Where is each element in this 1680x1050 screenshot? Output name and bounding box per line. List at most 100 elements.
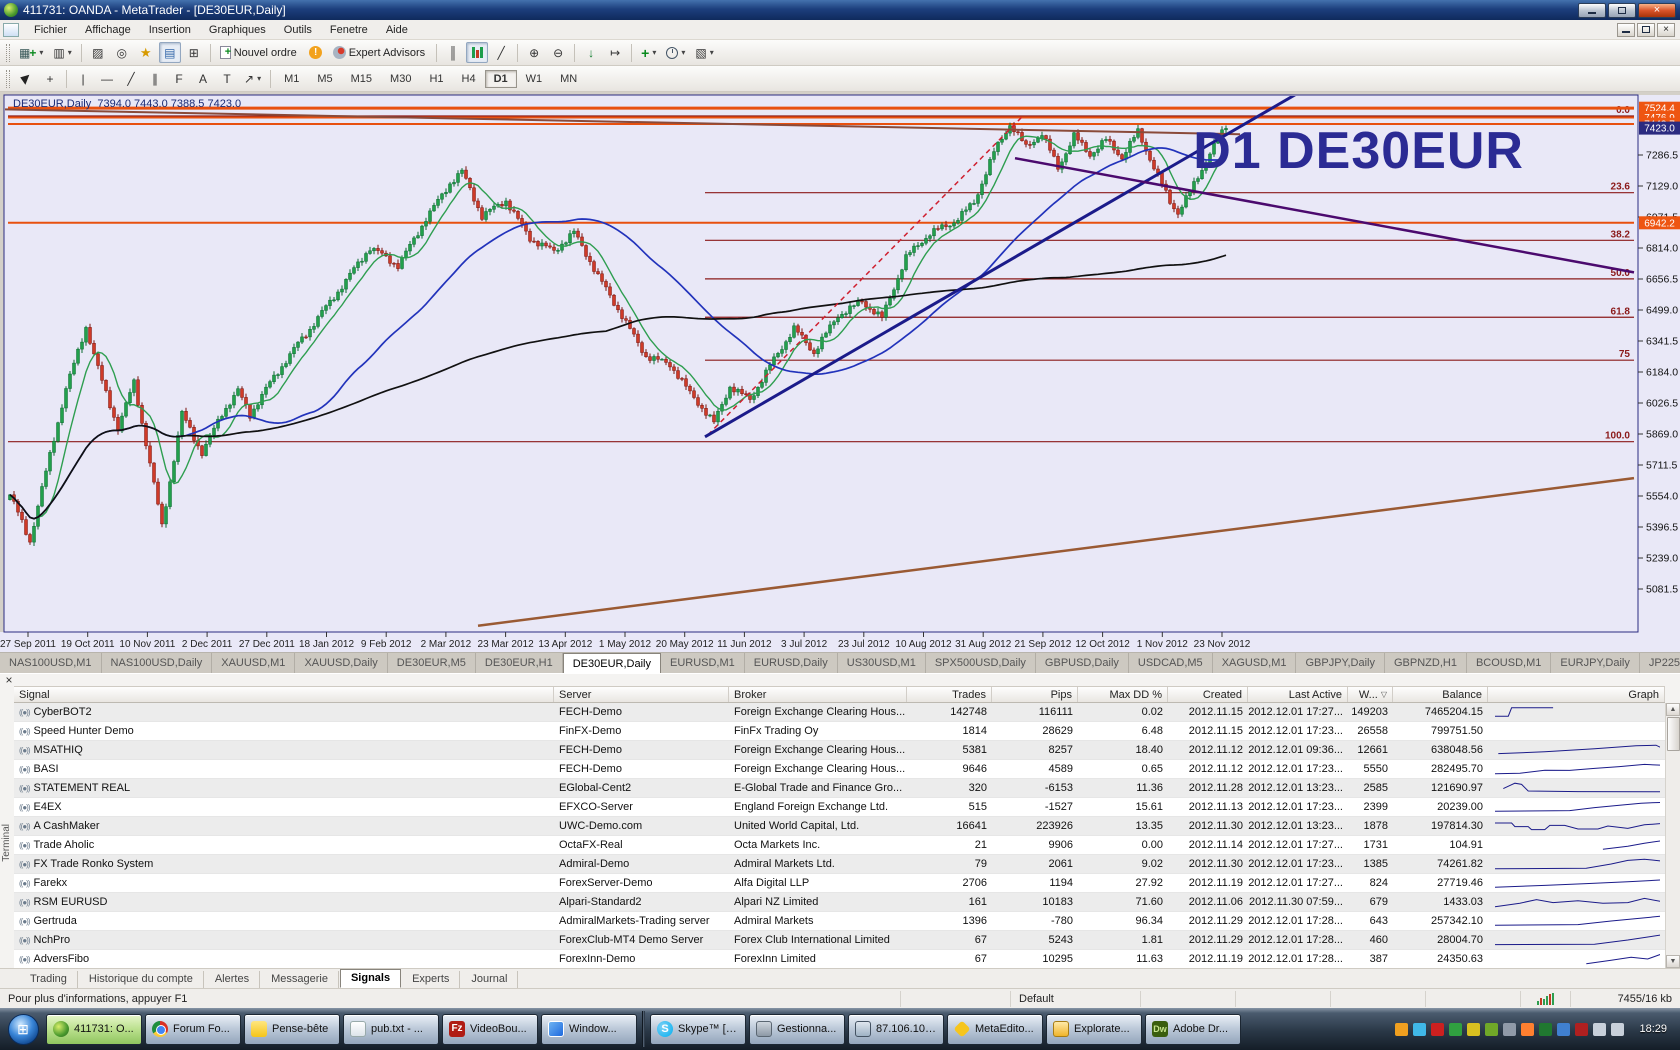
timeframe-w1[interactable]: W1 — [517, 70, 552, 88]
terminal-tab-trading[interactable]: Trading — [20, 971, 78, 988]
menu-graphiques[interactable]: Graphiques — [200, 21, 275, 39]
new-chart-button[interactable]: ▦+▾ — [15, 42, 47, 63]
close-terminal-icon[interactable]: × — [3, 675, 15, 685]
scroll-down-icon[interactable]: ▼ — [1666, 955, 1680, 968]
signal-row-farekx[interactable]: ((●))FarekxForexServer-DemoAlfa Digital … — [14, 874, 1665, 893]
taskbar-button-pense-b-te[interactable]: Pense-bête — [244, 1014, 340, 1045]
favorites-button[interactable]: ★ — [135, 42, 157, 63]
taskbar-button-skype-5[interactable]: SSkype™ [5... — [650, 1014, 746, 1045]
signal-row-statement-real[interactable]: ((●))STATEMENT REALEGlobal-Cent2E-Global… — [14, 779, 1665, 798]
taskbar-button-window[interactable]: Window... — [541, 1014, 637, 1045]
arrows-button[interactable]: ↗▾ — [240, 68, 265, 89]
symbol-tab-eurusd-daily[interactable]: EURUSD,Daily — [745, 653, 838, 673]
channel-button[interactable]: ∥ — [144, 68, 166, 89]
timeframe-m1[interactable]: M1 — [275, 70, 308, 88]
crosshair-target-button[interactable]: ◎ — [111, 42, 133, 63]
mail-tray-icon[interactable] — [1521, 1023, 1534, 1036]
signal-row-speed-hunter-demo[interactable]: ((●))Speed Hunter DemoFinFX-DemoFinFx Tr… — [14, 722, 1665, 741]
taskbar-button-gestionna[interactable]: Gestionna... — [749, 1014, 845, 1045]
zoom-in-button[interactable]: ⊕ — [523, 42, 545, 63]
minimize-button[interactable] — [1578, 3, 1606, 18]
terminal-tab-experts[interactable]: Experts — [402, 971, 460, 988]
column-header-signal[interactable]: Signal — [14, 687, 554, 702]
terminal-tab-signals[interactable]: Signals — [340, 969, 401, 988]
toolbar-grip[interactable] — [6, 44, 10, 62]
taskbar-button-411731-o[interactable]: 411731: O... — [46, 1014, 142, 1045]
signal-row-nchpro[interactable]: ((●))NchProForexClub-MT4 Demo ServerFore… — [14, 931, 1665, 950]
label-button[interactable]: T — [216, 68, 238, 89]
signal-row-e4ex[interactable]: ((●))E4EXEFXCO-ServerEngland Foreign Exc… — [14, 798, 1665, 817]
antivirus-tray-icon[interactable] — [1449, 1023, 1462, 1036]
timeframe-m5[interactable]: M5 — [308, 70, 341, 88]
timeframe-m15[interactable]: M15 — [342, 70, 381, 88]
wreath-tray-icon[interactable] — [1485, 1023, 1498, 1036]
symbol-tab-eurusd-m1[interactable]: EURUSD,M1 — [661, 653, 745, 673]
symbol-tab-xagusd-m1[interactable]: XAGUSD,M1 — [1213, 653, 1297, 673]
terminal-tab-journal[interactable]: Journal — [461, 971, 518, 988]
candlestick-chart-button[interactable] — [466, 42, 488, 63]
indicators-button[interactable]: +▾ — [637, 42, 660, 63]
symbol-tab-us30usd-m1[interactable]: US30USD,M1 — [838, 653, 926, 673]
crosshair-button[interactable]: + — [39, 68, 61, 89]
new-order-button[interactable]: Nouvel ordre — [216, 42, 303, 63]
shield-tray-icon[interactable] — [1575, 1023, 1588, 1036]
column-header-w[interactable]: W...▽ — [1348, 687, 1393, 702]
taskbar-button-pub-txt[interactable]: pub.txt - ... — [343, 1014, 439, 1045]
screen-tray-icon[interactable] — [1539, 1023, 1552, 1036]
taskbar-button-87-106-108[interactable]: 87.106.108... — [848, 1014, 944, 1045]
menu-aide[interactable]: Aide — [377, 21, 417, 39]
symbol-tab-de30eur-h1[interactable]: DE30EUR,H1 — [476, 653, 563, 673]
messenger-tray-icon[interactable] — [1413, 1023, 1426, 1036]
taskbar-button-metaedito[interactable]: MetaEdito... — [947, 1014, 1043, 1045]
tick-chart-button[interactable]: ▨ — [87, 42, 109, 63]
terminal-tab-alertes[interactable]: Alertes — [205, 971, 260, 988]
text-button[interactable]: A — [192, 68, 214, 89]
templates-button[interactable]: ▧▾ — [691, 42, 717, 63]
column-header-graph[interactable]: Graph — [1488, 687, 1665, 702]
timeframe-m30[interactable]: M30 — [381, 70, 420, 88]
symbol-tab-usdcad-m5[interactable]: USDCAD,M5 — [1129, 653, 1213, 673]
menu-insertion[interactable]: Insertion — [140, 21, 200, 39]
signal-row-basi[interactable]: ((●))BASIFECH-DemoForeign Exchange Clear… — [14, 760, 1665, 779]
maximize-button[interactable] — [1608, 3, 1636, 18]
signal-row-msathiq[interactable]: ((●))MSATHIQFECH-DemoForeign Exchange Cl… — [14, 741, 1665, 760]
auto-scroll-button[interactable]: ↓ — [580, 42, 602, 63]
symbol-tab-de30eur-m5[interactable]: DE30EUR,M5 — [388, 653, 476, 673]
column-header-pips[interactable]: Pips — [992, 687, 1078, 702]
mdi-minimize-button[interactable] — [1617, 23, 1635, 37]
coin-tray-icon[interactable] — [1395, 1023, 1408, 1036]
signal-row-adversfibo[interactable]: ((●))AdversFiboForexInn-DemoForexInn Lim… — [14, 950, 1665, 968]
alert-button[interactable]: ! — [305, 42, 327, 63]
market-watch-button[interactable]: ▤ — [159, 42, 181, 63]
scrollbar-thumb[interactable] — [1667, 717, 1680, 751]
periods-button[interactable]: ▾ — [662, 42, 689, 63]
timeframe-h4[interactable]: H4 — [453, 70, 485, 88]
vertical-line-button[interactable]: | — [72, 68, 94, 89]
taskbar-button-adobe-dr[interactable]: DwAdobe Dr... — [1145, 1014, 1241, 1045]
mdi-close-button[interactable]: × — [1657, 23, 1675, 37]
start-button[interactable]: ⊞ — [3, 1009, 43, 1049]
status-profile[interactable]: Default — [1010, 991, 1140, 1007]
symbol-tab-bcousd-m1[interactable]: BCOUSD,M1 — [1467, 653, 1551, 673]
column-header-server[interactable]: Server — [554, 687, 729, 702]
signal-row-a-cashmaker[interactable]: ((●))A CashMakerUWC-Demo.comUnited World… — [14, 817, 1665, 836]
column-header-max-dd[interactable]: Max DD % — [1078, 687, 1168, 702]
column-header-balance[interactable]: Balance — [1393, 687, 1488, 702]
profiles-button[interactable]: ▥▾ — [49, 42, 75, 63]
price-chart[interactable]: 0.023.638.250.061.875100.0D1 DE30EUR7286… — [0, 92, 1680, 652]
signal-row-gertruda[interactable]: ((●))GertrudaAdmiralMarkets-Trading serv… — [14, 912, 1665, 931]
update-tray-icon[interactable] — [1467, 1023, 1480, 1036]
terminal-tab-historique-du-compte[interactable]: Historique du compte — [79, 971, 204, 988]
timeframe-d1[interactable]: D1 — [485, 70, 517, 88]
timeframe-mn[interactable]: MN — [551, 70, 586, 88]
trendline-button[interactable]: ╱ — [120, 68, 142, 89]
symbol-tab-jp225usd-i[interactable]: JP225USD,I — [1640, 653, 1680, 673]
timeframe-h1[interactable]: H1 — [420, 70, 452, 88]
zoom-out-button[interactable]: ⊖ — [547, 42, 569, 63]
signal-row-rsm-eurusd[interactable]: ((●))RSM EURUSDAlpari-Standard2Alpari NZ… — [14, 893, 1665, 912]
symbol-tab-xauusd-daily[interactable]: XAUUSD,Daily — [295, 653, 387, 673]
taskbar-button-forum-fo[interactable]: Forum Fo... — [145, 1014, 241, 1045]
signal-row-cyberbot2[interactable]: ((●))CyberBOT2FECH-DemoForeign Exchange … — [14, 703, 1665, 722]
menu-outils[interactable]: Outils — [275, 21, 321, 39]
column-header-created[interactable]: Created — [1168, 687, 1248, 702]
